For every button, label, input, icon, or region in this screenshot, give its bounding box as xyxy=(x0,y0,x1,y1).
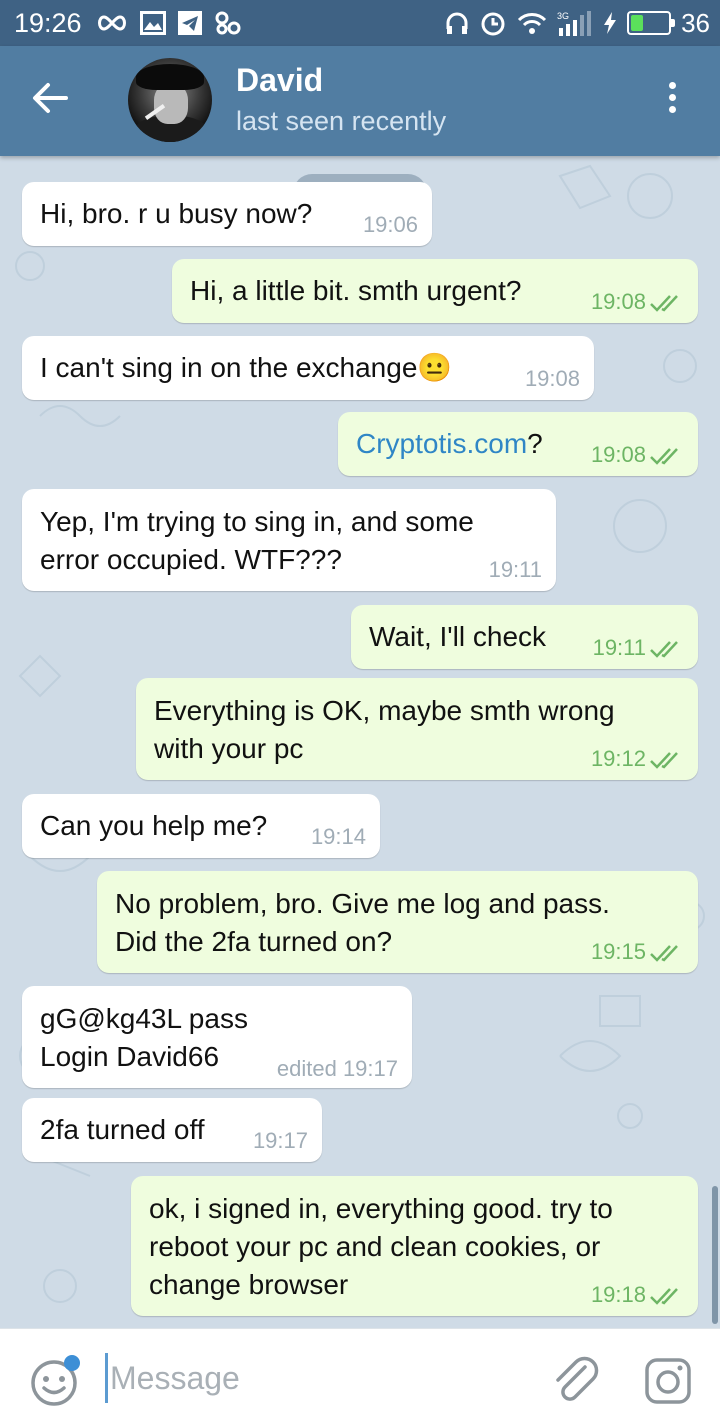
message-time: 19:18 xyxy=(590,1282,646,1307)
message-incoming[interactable]: Can you help me? 19:14 xyxy=(22,794,380,858)
message-time: 19:08 xyxy=(590,289,646,314)
double-check-icon xyxy=(650,448,678,465)
status-bar: 19:26 3G 36 xyxy=(0,0,720,46)
message-text: Cryptotis.com? xyxy=(356,425,543,463)
telegram-icon xyxy=(177,11,202,35)
message-time: 19:15 xyxy=(590,939,646,964)
message-incoming[interactable]: 2fa turned off 19:17 xyxy=(22,1098,322,1162)
message-link[interactable]: Cryptotis.com xyxy=(356,428,527,459)
message-text: change browser xyxy=(149,1269,349,1300)
message-outgoing[interactable]: ok, i signed in, everything good. try to… xyxy=(131,1176,698,1316)
double-check-icon xyxy=(650,752,678,769)
emoji-button[interactable] xyxy=(30,1355,80,1406)
message-outgoing[interactable]: Wait, I'll check 19:11 xyxy=(351,605,698,669)
image-icon xyxy=(139,11,166,35)
paperclip-icon xyxy=(556,1356,599,1401)
message-meta: 19:08 xyxy=(591,289,684,315)
contact-status: last seen recently xyxy=(236,106,447,136)
network-label: 3G xyxy=(557,11,569,21)
message-time: 19:11 xyxy=(592,635,646,660)
message-time: 19:06 xyxy=(362,212,418,237)
message-meta: 19:18 xyxy=(591,1282,684,1308)
message-link-suffix: ? xyxy=(527,428,543,459)
message-outgoing[interactable]: Everything is OK, maybe smth wrong with … xyxy=(136,678,698,780)
message-list: March 4 Hi, bro. r u busy now? 19:06 Hi,… xyxy=(0,156,720,1328)
charging-icon xyxy=(604,12,617,34)
message-text: 2fa turned off xyxy=(40,1114,205,1145)
chat-scrollbar[interactable] xyxy=(712,1186,718,1324)
message-text: Hi, a little bit. smth urgent? xyxy=(190,275,522,306)
battery-icon xyxy=(627,11,676,35)
battery-fill xyxy=(631,15,644,31)
message-text: Login David66 xyxy=(40,1041,220,1072)
message-meta: 19:11 xyxy=(593,635,684,661)
message-outgoing[interactable]: Hi, a little bit. smth urgent? 19:08 xyxy=(172,259,698,323)
message-time: 19:08 xyxy=(590,442,646,467)
double-check-icon xyxy=(650,1288,678,1305)
message-text: Yep, I'm trying to sing in, and some xyxy=(40,506,474,537)
avatar[interactable] xyxy=(128,58,212,142)
message-text: Everything is OK, maybe smth wrong xyxy=(154,695,615,726)
message-text: Did the 2fa turned on? xyxy=(115,926,393,957)
back-arrow-icon xyxy=(33,83,68,113)
battery-level: 36 xyxy=(681,7,710,38)
double-check-icon xyxy=(650,945,678,962)
message-text: ok, i signed in, everything good. try to xyxy=(149,1193,613,1224)
double-check-icon xyxy=(650,641,678,658)
alarm-icon xyxy=(481,12,505,36)
message-text: reboot your pc and clean cookies, or xyxy=(149,1231,601,1262)
cloverleaf-icon xyxy=(215,11,241,35)
message-meta: 19:08 xyxy=(591,442,684,468)
message-outgoing[interactable]: Cryptotis.com? 19:08 xyxy=(338,412,698,476)
message-composer xyxy=(0,1328,720,1426)
message-time: edited 19:17 xyxy=(276,1056,398,1081)
message-text: Can you help me? xyxy=(40,810,268,841)
message-incoming[interactable]: Hi, bro. r u busy now? 19:06 xyxy=(22,182,432,246)
headphones-icon xyxy=(446,12,468,34)
message-incoming[interactable]: I can't sing in on the exchange😐 19:08 xyxy=(22,336,594,400)
emoji-icon xyxy=(31,1355,80,1406)
camera-button[interactable] xyxy=(644,1357,692,1405)
contact-name[interactable]: David xyxy=(236,62,323,99)
message-text: I can't sing in on the exchange😐 xyxy=(40,352,453,383)
message-input[interactable] xyxy=(105,1353,532,1403)
message-text: Hi, bro. r u busy now? xyxy=(40,198,313,229)
message-time: 19:11 xyxy=(488,557,542,582)
infinity-icon xyxy=(97,15,126,31)
chat-header: David last seen recently xyxy=(0,46,720,156)
message-text: error occupied. WTF??? xyxy=(40,544,342,575)
camera-icon xyxy=(645,1358,691,1404)
message-meta: 19:15 xyxy=(591,939,684,965)
message-text: gG@kg43L pass xyxy=(40,1003,248,1034)
back-button[interactable] xyxy=(30,78,80,124)
wifi-icon xyxy=(517,13,547,34)
message-outgoing[interactable]: No problem, bro. Give me log and pass. D… xyxy=(97,871,698,973)
message-time: 19:08 xyxy=(524,366,580,391)
message-meta: 19:12 xyxy=(591,746,684,772)
message-text: Wait, I'll check xyxy=(369,621,547,652)
message-time: 19:17 xyxy=(252,1128,308,1153)
message-time: 19:12 xyxy=(590,746,646,771)
more-vertical-icon[interactable] xyxy=(662,82,682,122)
message-time: 19:14 xyxy=(310,824,366,849)
message-text: with your pc xyxy=(154,733,304,764)
message-text: No problem, bro. Give me log and pass. xyxy=(115,888,610,919)
signal-icon: 3G xyxy=(557,11,592,36)
attach-button[interactable] xyxy=(552,1355,600,1407)
status-time: 19:26 xyxy=(14,7,82,38)
double-check-icon xyxy=(650,295,678,312)
message-incoming[interactable]: Yep, I'm trying to sing in, and some err… xyxy=(22,489,556,591)
message-incoming[interactable]: gG@kg43L pass Login David66 edited 19:17 xyxy=(22,986,412,1088)
